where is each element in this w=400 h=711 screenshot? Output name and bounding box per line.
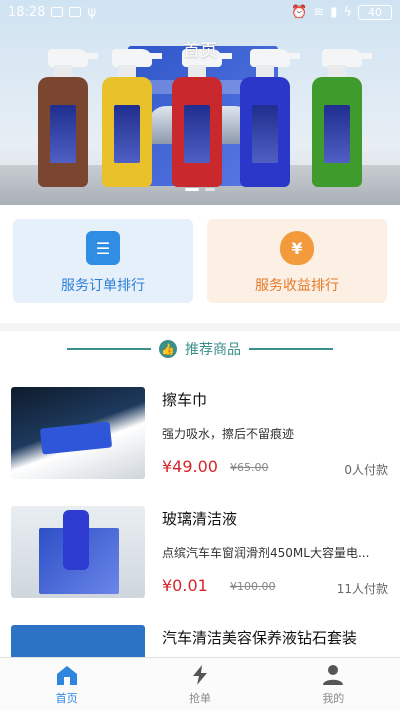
product-list: 擦车巾 强力吸水，擦后不留痕迹 ¥49.00 ¥65.00 0人付款 玻璃清洁液… (0, 367, 400, 657)
image-icon (51, 7, 64, 17)
alarm-icon: ⏰ (291, 4, 308, 20)
product-name: 擦车巾 (162, 391, 208, 409)
product-price: ¥0.01 (162, 576, 208, 595)
product-original-price: ¥100.00 (230, 580, 276, 593)
product-image (11, 387, 145, 479)
spray-bottle-blue (240, 49, 300, 187)
service-income-ranking-label: 服务收益排行 (255, 278, 339, 294)
nav-mine-label: 我的 (322, 691, 345, 705)
lightning-icon (192, 664, 207, 685)
signal-icon: ▮ (330, 4, 338, 20)
product-item[interactable]: 玻璃清洁液 点缤汽车车窗润滑剂450ML大容量电... ¥0.01 ¥100.0… (0, 486, 400, 604)
product-price: ¥49.00 (162, 457, 218, 476)
user-icon (323, 664, 344, 685)
product-name: 玻璃清洁液 (162, 510, 238, 528)
spray-bottle-red (172, 49, 232, 187)
nav-home-label: 首页 (55, 691, 78, 705)
product-original-price: ¥65.00 (230, 461, 269, 474)
product-paid-count: 11人付款 (336, 582, 388, 596)
service-income-ranking-card[interactable]: ¥ 服务收益排行 (207, 219, 387, 303)
page-title: 首页 (183, 41, 217, 61)
service-order-ranking-label: 服务订单排行 (61, 278, 145, 294)
usb-icon: ψ (87, 4, 97, 20)
nav-grab-order[interactable]: 抢单 (133, 658, 266, 711)
spray-bottle-green (312, 49, 372, 187)
banner-carousel[interactable] (0, 0, 400, 205)
spray-bottle-yellow (102, 49, 162, 187)
divider-right (249, 348, 333, 350)
product-desc: 强力吸水，擦后不留痕迹 (162, 427, 295, 441)
clipboard-icon: ☰ (86, 231, 120, 265)
product-name: 汽车清洁美容保养液钻石套装 (162, 629, 358, 647)
bottom-navigation: 首页 抢单 我的 (0, 657, 400, 711)
recommended-heading: 👍 推荐商品 (0, 331, 400, 367)
divider-left (67, 348, 151, 350)
product-image (11, 506, 145, 598)
product-item[interactable]: 擦车巾 强力吸水，擦后不留痕迹 ¥49.00 ¥65.00 0人付款 (0, 367, 400, 485)
battery-icon: 40 (358, 4, 392, 20)
carousel-dot (205, 188, 215, 191)
quick-actions: ☰ 服务订单排行 ¥ 服务收益排行 (0, 205, 400, 323)
nav-home[interactable]: 首页 (0, 658, 133, 711)
mail-icon (69, 7, 82, 17)
status-time: 18:28 (8, 4, 46, 20)
product-desc: 点缤汽车车窗润滑剂450ML大容量电... (162, 546, 370, 560)
product-item[interactable]: 汽车清洁美容保养液钻石套装 (0, 605, 400, 657)
service-order-ranking-card[interactable]: ☰ 服务订单排行 (13, 219, 193, 303)
money-bag-icon: ¥ (280, 231, 314, 265)
product-paid-count: 0人付款 (344, 463, 388, 477)
carousel-indicator (0, 188, 400, 191)
thumbs-up-icon: 👍 (159, 340, 177, 358)
nav-mine[interactable]: 我的 (267, 658, 400, 711)
section-title: 推荐商品 (185, 342, 241, 358)
wifi-icon: ≋ (313, 4, 325, 20)
status-bar: 18:28 ψ ⏰ ≋ ▮ ϟ 40 (0, 0, 400, 24)
carousel-dot-active (185, 188, 199, 191)
product-image (11, 625, 145, 657)
spray-bottle-brown (38, 49, 98, 187)
nav-grab-order-label: 抢单 (188, 691, 211, 705)
charging-icon: ϟ (343, 4, 352, 20)
home-icon (56, 665, 77, 685)
